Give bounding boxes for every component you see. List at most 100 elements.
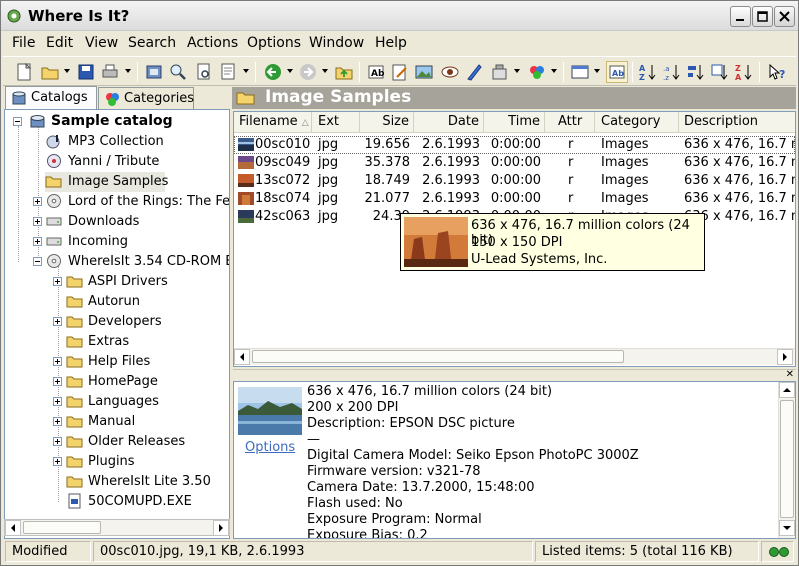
table-row[interactable]: 13sc072 jpg 18.749 2.6.1993 0:00:00 r Im… [234,172,795,190]
expand-toggle[interactable] [53,417,62,426]
expand-toggle[interactable] [53,317,62,326]
collapse-toggle[interactable] [33,257,42,266]
details-vertical-scrollbar[interactable] [778,382,795,538]
scroll-left-button[interactable] [234,349,250,365]
tree-item-downloads[interactable]: Downloads [33,212,229,232]
print-dropdown-icon[interactable] [125,69,131,73]
column-time[interactable]: Time [484,112,545,133]
categories-icon[interactable] [526,61,548,83]
tab-catalogs[interactable]: Catalogs [5,86,97,109]
tree-item-manual[interactable]: Manual [53,412,228,432]
tree-root[interactable]: Sample catalog [13,112,228,132]
menu-window[interactable]: Window [309,35,364,51]
table-row[interactable]: 00sc010 jpg 19.656 2.6.1993 0:00:00 r Im… [234,136,795,154]
tree-item-lord-of-the-rings[interactable]: Lord of the Rings: The Fell [33,192,229,212]
column-description[interactable]: Description [679,112,795,133]
tree-item-yanni-tribute[interactable]: Yanni / Tribute [45,152,225,172]
open-folder-icon[interactable] [39,61,61,83]
print-icon[interactable] [99,61,121,83]
close-button[interactable] [774,6,795,27]
tree-horizontal-scrollbar[interactable] [4,519,230,536]
scroll-thumb[interactable] [780,400,794,518]
tools-dropdown-icon[interactable] [514,69,520,73]
tree-item-incoming[interactable]: Incoming [33,232,229,252]
forward-dropdown-icon[interactable] [322,69,328,73]
save-icon[interactable] [75,61,97,83]
collapse-toggle[interactable] [13,117,22,126]
tree-item-help-files[interactable]: Help Files [53,352,228,372]
close-details-icon[interactable]: ✕ [786,369,794,380]
options-link[interactable]: Options [245,440,295,455]
table-row[interactable]: 09sc049 jpg 35.378 2.6.1993 0:00:00 r Im… [234,154,795,172]
menu-view[interactable]: View [85,35,118,51]
help-icon[interactable]: ? [766,61,788,83]
column-attr[interactable]: Attr [545,112,595,133]
expand-toggle[interactable] [53,457,62,466]
scroll-right-button[interactable] [213,520,229,536]
scroll-thumb[interactable] [252,350,624,363]
title-bar[interactable]: Where Is It? [1,1,798,31]
forward-icon[interactable] [297,61,319,83]
tree-item-plugins[interactable]: Plugins [53,452,228,472]
list-horizontal-scrollbar[interactable] [234,348,795,365]
column-date[interactable]: Date [414,112,484,133]
tree-item-whereisit-cd[interactable]: WhereIsIt 3.54 CD-ROM E [33,252,229,272]
panel-splitter[interactable]: ✕ [233,369,796,380]
column-filename[interactable]: Filename △ [234,112,312,133]
tree-item-older-releases[interactable]: Older Releases [53,432,228,452]
tree-item-aspi-drivers[interactable]: ASPI Drivers [53,272,228,292]
maximize-button[interactable] [752,6,773,27]
tree-item-mp3-collection[interactable]: MP3 Collection [45,132,225,152]
report-icon[interactable] [217,61,239,83]
tab-categories[interactable]: Categories [98,87,194,109]
categories-dropdown-icon[interactable] [551,69,557,73]
tree-item-whereisit-lite[interactable]: WhereIsIt Lite 3.50 [53,472,228,492]
rename-icon[interactable]: Ab [365,61,387,83]
report-dropdown-icon[interactable] [243,69,249,73]
scroll-thumb[interactable] [23,521,101,534]
menu-search[interactable]: Search [128,35,176,51]
column-ext[interactable]: Ext [312,112,360,133]
expand-toggle[interactable] [33,197,42,206]
sort-reverse-icon[interactable]: ZA [733,61,755,83]
menu-actions[interactable]: Actions [187,35,238,51]
tree-item-autorun[interactable]: Autorun [53,292,228,312]
tree-item-extras[interactable]: Extras [53,332,228,352]
view-mode-icon[interactable] [569,61,591,83]
sort-size-icon[interactable] [685,61,707,83]
view-mode-dropdown-icon[interactable] [594,69,600,73]
expand-toggle[interactable] [53,397,62,406]
tree-item-developers[interactable]: Developers [53,312,228,332]
expand-toggle[interactable] [53,277,62,286]
sort-name-icon[interactable]: AZ [637,61,659,83]
menu-options[interactable]: Options [247,35,301,51]
sort-date-icon[interactable] [709,61,731,83]
menu-file[interactable]: File [12,35,35,51]
menu-edit[interactable]: Edit [46,35,73,51]
tree-item-50comupd[interactable]: 50COMUPD.EXE [53,492,228,512]
open-dropdown-icon[interactable] [64,69,70,73]
minimize-button[interactable] [730,6,751,27]
new-catalog-icon[interactable] [13,61,35,83]
scroll-down-button[interactable] [779,520,795,536]
scroll-right-button[interactable] [777,349,793,365]
sort-ext-icon[interactable]: .a .z [661,61,683,83]
find-file-icon[interactable] [193,61,215,83]
scan-disk-icon[interactable] [143,61,165,83]
column-category[interactable]: Category [595,112,679,133]
tools-icon[interactable] [489,61,511,83]
scroll-left-button[interactable] [5,520,21,536]
up-folder-icon[interactable] [333,61,355,83]
eye-icon[interactable] [439,61,461,83]
expand-toggle[interactable] [33,217,42,226]
edit-description-icon[interactable] [389,61,411,83]
expand-toggle[interactable] [53,437,62,446]
expand-toggle[interactable] [53,357,62,366]
search-icon[interactable] [167,61,189,83]
column-size[interactable]: Size [360,112,414,133]
thumbnails-toggle-icon[interactable]: Ab [606,61,628,83]
highlight-icon[interactable] [463,61,485,83]
expand-toggle[interactable] [33,237,42,246]
expand-toggle[interactable] [53,377,62,386]
tree-item-languages[interactable]: Languages [53,392,228,412]
